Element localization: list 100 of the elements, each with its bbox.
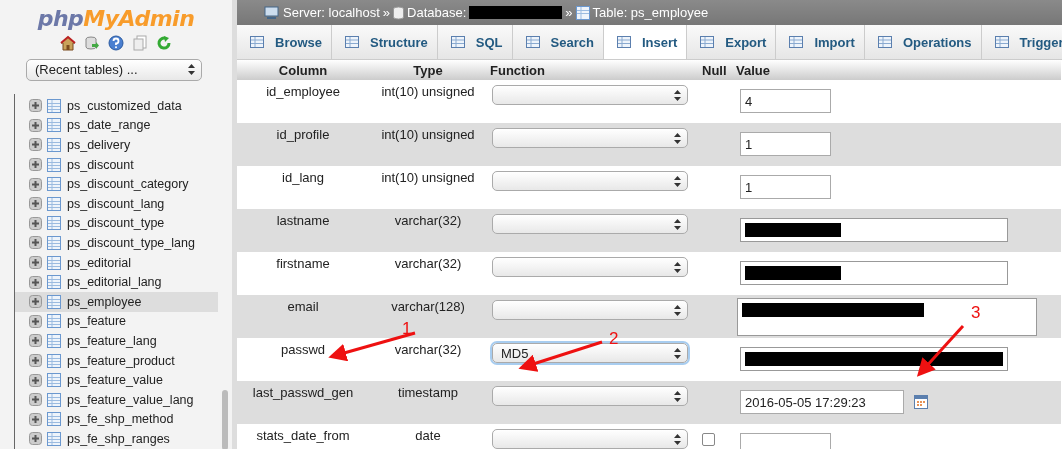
expand-icon[interactable] bbox=[29, 99, 42, 113]
table-icon bbox=[47, 412, 61, 427]
expand-icon[interactable] bbox=[29, 373, 42, 387]
table-tree-item[interactable]: ps_feature bbox=[15, 311, 218, 332]
reload-icon[interactable] bbox=[156, 35, 172, 51]
column-type: varchar(128) bbox=[391, 299, 465, 314]
expand-icon[interactable] bbox=[29, 118, 42, 132]
expand-icon[interactable] bbox=[29, 177, 42, 191]
table-icon bbox=[47, 353, 61, 368]
breadcrumb-separator: » bbox=[565, 5, 573, 20]
calendar-icon[interactable] bbox=[914, 395, 928, 409]
updown-arrows-icon bbox=[674, 132, 681, 144]
column-header: Null bbox=[699, 60, 733, 80]
function-select[interactable]: MD5 bbox=[492, 343, 688, 363]
table-tree-item[interactable]: ps_discount bbox=[15, 154, 218, 175]
value-field[interactable]: 2016-05-05 17:29:23 bbox=[740, 390, 904, 414]
value-field[interactable]: 4 bbox=[740, 89, 831, 113]
expand-icon[interactable] bbox=[29, 354, 42, 367]
table-tree-item[interactable]: ps_feature_product bbox=[15, 350, 218, 371]
expand-icon[interactable] bbox=[29, 393, 42, 407]
database-arrow-icon[interactable] bbox=[84, 35, 100, 51]
table-tree-item[interactable]: ps_fe_shp_ranges bbox=[15, 429, 218, 449]
column-name: passwd bbox=[280, 342, 326, 357]
table-icon bbox=[47, 196, 61, 211]
table-tree-item[interactable]: ps_discount_type bbox=[15, 213, 218, 234]
server-link[interactable]: Server: localhost bbox=[283, 5, 380, 20]
table-icon bbox=[575, 5, 590, 20]
expand-icon[interactable] bbox=[29, 216, 42, 230]
updown-arrows-icon bbox=[674, 261, 681, 273]
annotation-arrow bbox=[916, 325, 965, 377]
table-tree-item[interactable]: ps_feature_value_lang bbox=[15, 389, 218, 410]
column-header: Column bbox=[237, 60, 369, 80]
value-field[interactable] bbox=[740, 218, 1008, 242]
expand-icon[interactable] bbox=[29, 275, 42, 289]
expand-icon[interactable] bbox=[29, 197, 42, 211]
table-icon bbox=[47, 98, 61, 113]
updown-arrows-icon bbox=[674, 304, 681, 316]
table-tree-item[interactable]: ps_delivery bbox=[15, 135, 218, 155]
table-tree-item[interactable]: ps_discount_type_lang bbox=[15, 233, 218, 253]
expand-icon[interactable] bbox=[29, 256, 42, 270]
column-type: int(10) unsigned bbox=[381, 170, 475, 185]
value-field[interactable] bbox=[740, 261, 1008, 285]
table-tree-item[interactable]: ps_feature_value bbox=[15, 370, 218, 390]
expand-icon[interactable] bbox=[29, 236, 42, 250]
expand-icon[interactable] bbox=[29, 314, 42, 328]
table-link[interactable]: Table: ps_employee bbox=[592, 5, 709, 20]
table-tree-item[interactable]: ps_editorial bbox=[15, 252, 218, 273]
home-icon[interactable] bbox=[60, 35, 76, 51]
value-field[interactable]: 1 bbox=[740, 132, 831, 156]
tab-icon bbox=[699, 34, 716, 50]
table-icon bbox=[47, 373, 61, 388]
tab[interactable]: Search bbox=[512, 25, 604, 59]
expand-icon[interactable] bbox=[29, 295, 42, 309]
expand-icon[interactable] bbox=[29, 158, 42, 172]
table-icon bbox=[47, 157, 61, 172]
database-link[interactable]: Database: bbox=[407, 5, 467, 20]
expand-icon[interactable] bbox=[29, 432, 42, 446]
table-icon bbox=[47, 118, 61, 133]
null-checkbox[interactable] bbox=[702, 433, 715, 446]
table-tree-item[interactable]: ps_date_range bbox=[15, 115, 218, 136]
table-tree-item[interactable]: ps_fe_shp_method bbox=[15, 409, 218, 430]
tab[interactable]: Browse bbox=[237, 25, 332, 59]
expand-icon[interactable] bbox=[29, 138, 42, 152]
help-icon[interactable] bbox=[108, 35, 124, 51]
database-icon bbox=[393, 5, 405, 20]
table-tree-item[interactable]: ps_editorial_lang bbox=[15, 272, 218, 292]
tab-icon bbox=[615, 34, 632, 50]
recent-tables-select[interactable]: (Recent tables) ... bbox=[26, 59, 202, 81]
tab[interactable]: Import bbox=[776, 25, 865, 59]
tab[interactable]: Export bbox=[687, 25, 777, 59]
column-name: firstname bbox=[276, 256, 330, 271]
expand-icon[interactable] bbox=[29, 334, 42, 348]
tab[interactable]: Insert bbox=[603, 25, 688, 59]
column-type: int(10) unsigned bbox=[381, 127, 475, 142]
column-name: last_passwd_gen bbox=[252, 385, 354, 400]
expand-icon[interactable] bbox=[29, 412, 42, 426]
table-icon bbox=[47, 255, 61, 270]
table-tree-item[interactable]: ps_feature_lang bbox=[15, 331, 218, 351]
value-field[interactable] bbox=[737, 298, 1037, 336]
table-tree-item[interactable]: ps_employee bbox=[15, 291, 218, 312]
column-header: Function bbox=[487, 60, 699, 80]
column-type: date bbox=[415, 428, 441, 443]
table-icon bbox=[47, 177, 61, 192]
tab[interactable]: SQL bbox=[437, 25, 513, 59]
table-tree-item[interactable]: ps_discount_lang bbox=[15, 193, 218, 214]
table-tree-item[interactable]: ps_discount_category bbox=[15, 174, 218, 194]
value-field[interactable]: 1 bbox=[740, 175, 831, 199]
table-icon bbox=[47, 333, 61, 348]
table-tree-item[interactable]: ps_customized_data bbox=[15, 96, 218, 116]
scrollbar[interactable] bbox=[222, 390, 228, 449]
column-type: varchar(32) bbox=[394, 256, 462, 271]
updown-arrows-icon bbox=[674, 347, 681, 359]
tab[interactable]: Structure bbox=[331, 25, 438, 59]
updown-arrows-icon bbox=[674, 433, 681, 445]
table-icon bbox=[47, 392, 61, 407]
column-type: int(10) unsigned bbox=[381, 84, 475, 99]
tab[interactable]: Operations bbox=[864, 25, 982, 59]
annotation-number: 3 bbox=[971, 303, 981, 322]
value-field[interactable] bbox=[740, 347, 1008, 371]
column-type: varchar(32) bbox=[394, 213, 462, 228]
